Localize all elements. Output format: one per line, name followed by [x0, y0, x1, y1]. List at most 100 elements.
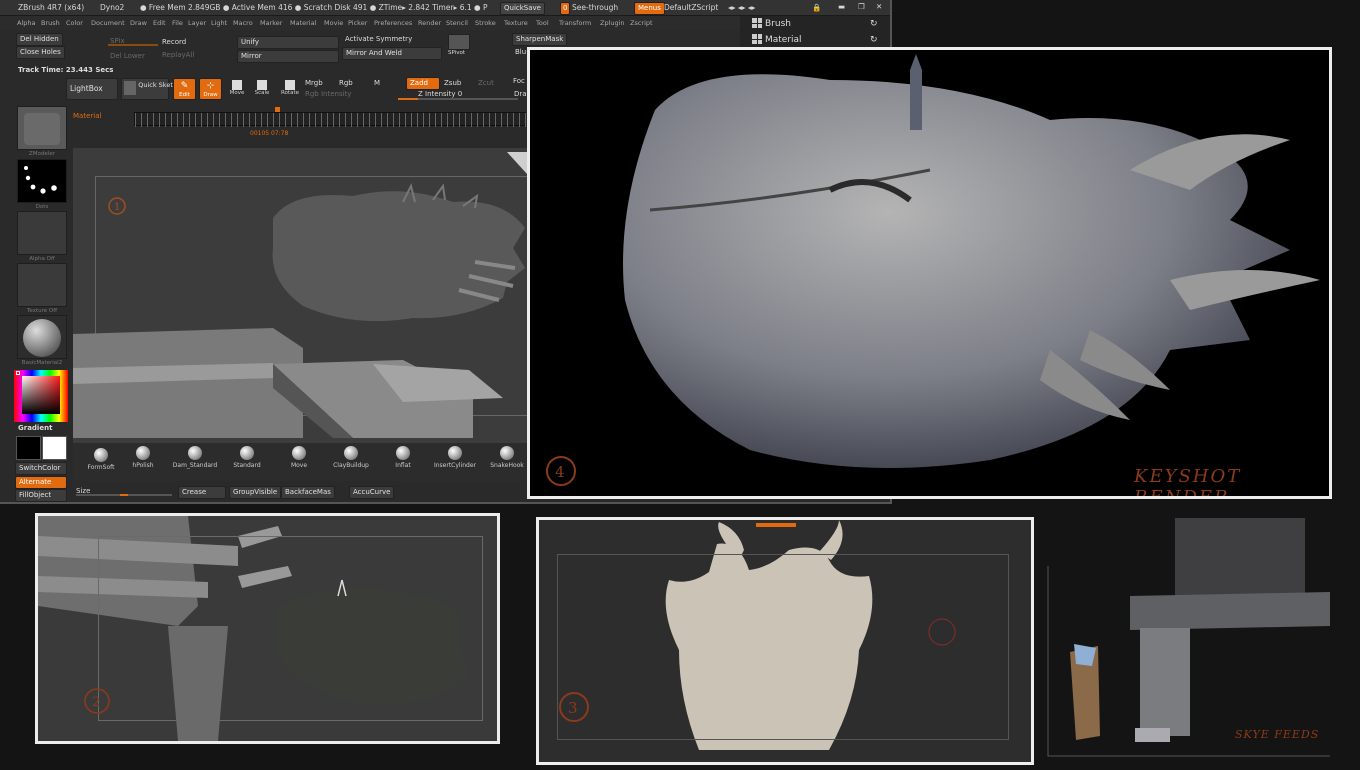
menu-draw[interactable]: Draw — [130, 19, 147, 27]
brush-claybuildup[interactable]: ClayBuildup — [329, 446, 373, 474]
tray-brush[interactable]: Brush — [765, 19, 791, 29]
zbrush-viewport[interactable]: 1 — [73, 148, 528, 443]
main-color-swatch[interactable] — [16, 436, 41, 460]
menu-material[interactable]: Material — [290, 19, 316, 27]
spix-slider[interactable] — [108, 44, 158, 46]
menu-movie[interactable]: Movie — [324, 19, 343, 27]
color-picker[interactable] — [14, 370, 68, 422]
brush-move[interactable]: Move — [277, 446, 321, 474]
size-slider-handle[interactable] — [120, 494, 128, 496]
scale-mode-button[interactable]: Scale — [253, 80, 271, 96]
menu-tool[interactable]: Tool — [536, 19, 549, 27]
mirror-weld-button[interactable]: Mirror And Weld — [342, 47, 442, 60]
brush-inflat[interactable]: Inflat — [381, 446, 425, 474]
see-through-value[interactable]: 0 — [560, 2, 571, 15]
brush-dam-standard[interactable]: Dam_Standard — [171, 446, 219, 474]
lightbox-button[interactable]: LightBox — [66, 78, 118, 100]
zmodeler-brush-thumb[interactable] — [17, 106, 67, 150]
size-slider[interactable] — [76, 494, 172, 496]
tray-arrows-icon[interactable]: ◂▸ ◂▸ ◂▸ — [728, 3, 755, 12]
menu-texture[interactable]: Texture — [504, 19, 528, 27]
menu-brush[interactable]: Brush — [41, 19, 60, 27]
fill-object-button[interactable]: FillObject — [15, 489, 67, 502]
brush-snakehook[interactable]: SnakeHook — [485, 446, 529, 474]
mirror-button[interactable]: Mirror — [237, 50, 339, 63]
sharpen-mask-button[interactable]: SharpenMask — [512, 33, 568, 46]
secondary-color-swatch[interactable] — [42, 436, 67, 460]
menu-preferences[interactable]: Preferences — [374, 19, 412, 27]
menu-render[interactable]: Render — [418, 19, 441, 27]
brush-reset-icon[interactable]: ↻ — [870, 19, 878, 29]
menu-marker[interactable]: Marker — [260, 19, 282, 27]
record-button[interactable]: Record — [162, 38, 186, 46]
draw-size-label[interactable]: Dra — [514, 90, 527, 98]
del-hidden-button[interactable]: Del Hidden — [16, 33, 63, 46]
rgb-intensity-label[interactable]: Rgb Intensity — [305, 90, 351, 98]
brush-formsoft[interactable]: FormSoft — [79, 448, 123, 476]
alternate-button[interactable]: Alternate — [15, 476, 67, 489]
zcut-button[interactable]: Zcut — [478, 79, 494, 87]
menu-zplugin[interactable]: Zplugin — [600, 19, 625, 27]
menu-light[interactable]: Light — [211, 19, 227, 27]
quick-sketch-button[interactable]: Quick Sketch — [121, 78, 181, 100]
rgb-button[interactable]: Rgb — [339, 79, 353, 87]
blur-mask-button[interactable]: Blu — [515, 48, 526, 56]
brush-hpolish[interactable]: hPolish — [121, 446, 165, 474]
focal-shift-label[interactable]: Foc — [513, 77, 525, 85]
menu-file[interactable]: File — [172, 19, 183, 27]
quicksave-button[interactable]: QuickSave — [500, 2, 545, 15]
menu-document[interactable]: Document — [91, 19, 125, 27]
crease-button[interactable]: Crease — [178, 486, 226, 499]
material-reset-icon[interactable]: ↻ — [870, 35, 878, 45]
menus-button[interactable]: Menus — [634, 2, 665, 15]
close-icon[interactable]: ✕ — [876, 2, 882, 11]
backface-mask-button[interactable]: BackfaceMas — [281, 486, 335, 499]
group-visible-button[interactable]: GroupVisible — [229, 486, 282, 499]
color-picker-marker[interactable] — [16, 371, 20, 375]
menu-macro[interactable]: Macro — [233, 19, 253, 27]
lock-icon[interactable]: 🔒 — [812, 3, 821, 12]
menu-picker[interactable]: Picker — [348, 19, 367, 27]
unify-button[interactable]: Unify — [237, 36, 339, 49]
timeline-marker[interactable] — [275, 107, 280, 112]
menu-edit[interactable]: Edit — [153, 19, 166, 27]
z-intensity-label[interactable]: Z Intensity 0 — [418, 90, 462, 98]
z-intensity-slider[interactable] — [398, 98, 518, 100]
del-lower-button[interactable]: Del Lower — [110, 52, 145, 60]
color-picker-square[interactable] — [22, 376, 60, 414]
menu-stroke[interactable]: Stroke — [475, 19, 496, 27]
accucurve-button[interactable]: AccuCurve — [349, 486, 395, 499]
stroke-dots-thumb[interactable] — [17, 159, 67, 203]
tray-material[interactable]: Material — [765, 35, 802, 45]
default-zscript[interactable]: DefaultZScript — [664, 3, 718, 12]
minimize-icon[interactable]: ▬ — [838, 2, 845, 11]
activate-symmetry-button[interactable]: Activate Symmetry — [345, 35, 412, 43]
brush-insertcylinder[interactable]: InsertCylinder — [431, 446, 479, 474]
menu-transform[interactable]: Transform — [559, 19, 591, 27]
menu-stencil[interactable]: Stencil — [446, 19, 468, 27]
menu-layer[interactable]: Layer — [188, 19, 206, 27]
gradient-label[interactable]: Gradient — [18, 424, 52, 432]
brush-standard[interactable]: Standard — [225, 446, 269, 474]
switch-color-button[interactable]: SwitchColor — [15, 462, 67, 475]
zadd-button[interactable]: Zadd — [406, 77, 440, 90]
mrgb-button[interactable]: Mrgb — [305, 79, 323, 87]
rotate-mode-button[interactable]: Rotate — [279, 80, 301, 96]
material-thumb[interactable] — [17, 315, 67, 359]
m-button[interactable]: M — [374, 79, 380, 87]
menu-alpha[interactable]: Alpha — [17, 19, 35, 27]
menu-color[interactable]: Color — [66, 19, 83, 27]
close-holes-button[interactable]: Close Holes — [16, 46, 65, 59]
move-mode-button[interactable]: Move — [228, 80, 246, 96]
maximize-icon[interactable]: ❐ — [858, 2, 865, 11]
menu-zscript[interactable]: Zscript — [630, 19, 653, 27]
alpha-thumb[interactable] — [17, 211, 67, 255]
texture-thumb[interactable] — [17, 263, 67, 307]
see-through-label[interactable]: See-through — [572, 3, 618, 12]
zsub-button[interactable]: Zsub — [444, 79, 461, 87]
spivot-icon[interactable] — [448, 34, 470, 50]
edit-mode-button[interactable]: ✎ Edit — [173, 78, 196, 100]
replay-all-button[interactable]: ReplayAll — [162, 51, 194, 59]
draw-mode-button[interactable]: ⊹ Draw — [199, 78, 222, 100]
timeline-track[interactable] — [134, 112, 527, 127]
